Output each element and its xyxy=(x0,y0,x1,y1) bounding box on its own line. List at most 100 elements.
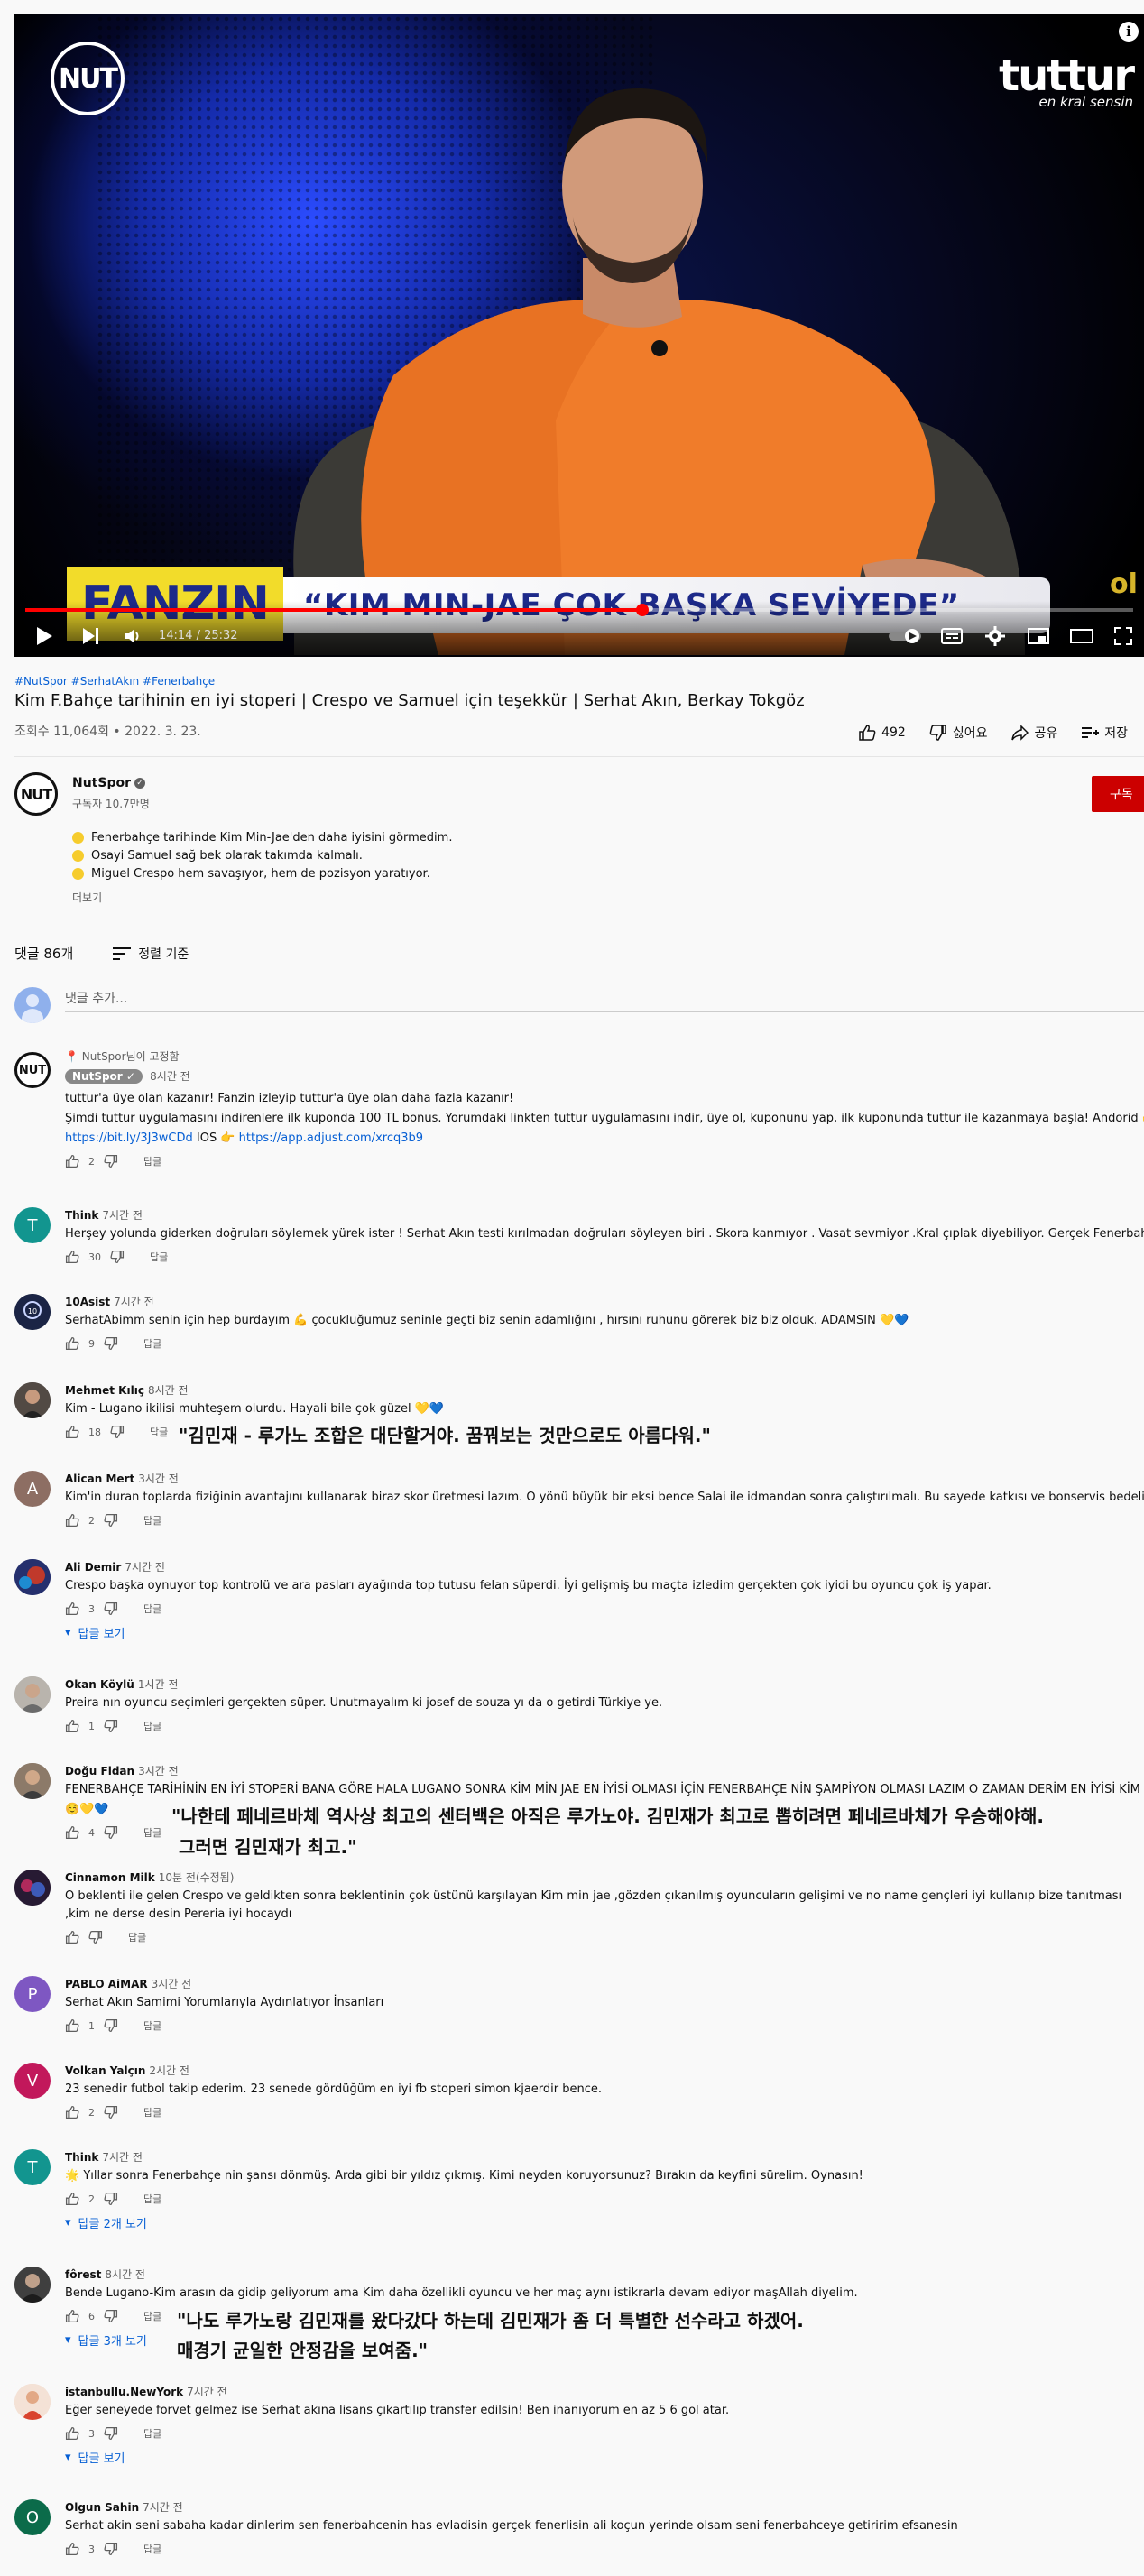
like-button[interactable]: 492 xyxy=(858,724,906,742)
comment-time[interactable]: 2시간 전 xyxy=(149,2064,189,2077)
thumbs-up-icon[interactable] xyxy=(65,2426,79,2441)
thumbs-up-icon[interactable] xyxy=(65,1250,79,1264)
thumbs-down-icon[interactable] xyxy=(104,2018,118,2033)
reply-button[interactable]: 답글 xyxy=(143,2018,161,2033)
subscribe-button[interactable]: 구독 xyxy=(1092,776,1144,812)
captions-icon[interactable] xyxy=(938,623,965,650)
channel-name[interactable]: NutSpor xyxy=(72,776,131,790)
comment-time[interactable]: 8시간 전 xyxy=(105,2268,145,2281)
comment-avatar[interactable]: 10 xyxy=(14,1294,51,1330)
thumbs-up-icon[interactable] xyxy=(65,2542,79,2556)
comment-author-badge[interactable]: NutSpor ✓ xyxy=(65,1069,143,1084)
thumbs-down-icon[interactable] xyxy=(104,2192,118,2206)
comment-avatar[interactable] xyxy=(14,1676,51,1713)
comment-avatar[interactable] xyxy=(14,1763,51,1799)
reply-button[interactable]: 답글 xyxy=(143,2426,161,2441)
save-button[interactable]: 저장 xyxy=(1081,724,1128,742)
thumbs-up-icon[interactable] xyxy=(65,1930,79,1944)
thumbs-up-icon[interactable] xyxy=(65,1336,79,1351)
thumbs-down-icon[interactable] xyxy=(104,2105,118,2119)
add-comment-input[interactable]: 댓글 추가... xyxy=(65,987,1144,1012)
thumbs-down-icon[interactable] xyxy=(104,1825,118,1840)
video-player[interactable]: NUT i tuttur en kral sensin FANZIN “KIM … xyxy=(14,14,1144,657)
share-button[interactable]: 공유 xyxy=(1010,724,1057,742)
thumbs-up-icon[interactable] xyxy=(65,2018,79,2033)
comment-author[interactable]: Ali Demir xyxy=(65,1561,121,1574)
info-icon[interactable]: i xyxy=(1119,22,1139,42)
reply-button[interactable]: 답글 xyxy=(143,1602,161,1616)
thumbs-up-icon[interactable] xyxy=(65,1513,79,1528)
show-more-button[interactable]: 더보기 xyxy=(72,890,102,905)
channel-name-row[interactable]: NutSpor ✓ xyxy=(72,776,146,790)
comment-author[interactable]: Okan Köylü xyxy=(65,1678,134,1691)
next-icon[interactable] xyxy=(78,623,105,650)
comment-author[interactable]: Olgun Sahin xyxy=(65,2501,139,2514)
autoplay-toggle[interactable] xyxy=(888,623,924,650)
reply-button[interactable]: 답글 xyxy=(143,2105,161,2119)
comment-author[interactable]: Cinnamon Milk xyxy=(65,1871,155,1884)
thumbs-up-icon[interactable] xyxy=(65,2192,79,2206)
thumbs-up-icon[interactable] xyxy=(65,1154,79,1168)
thumbs-up-icon[interactable] xyxy=(65,1602,79,1616)
thumbs-up-icon[interactable] xyxy=(65,2105,79,2119)
comment-author[interactable]: PABLO AiMAR xyxy=(65,1978,148,1990)
reply-button[interactable]: 답글 xyxy=(143,1719,161,1733)
reply-button[interactable]: 답글 xyxy=(143,2542,161,2556)
thumbs-down-icon[interactable] xyxy=(110,1250,125,1264)
thumbs-down-icon[interactable] xyxy=(110,1425,125,1439)
thumbs-up-icon[interactable] xyxy=(65,1719,79,1733)
thumbs-up-icon[interactable] xyxy=(65,2309,79,2323)
miniplayer-icon[interactable] xyxy=(1025,623,1052,650)
thumbs-down-icon[interactable] xyxy=(104,2426,118,2441)
comment-avatar[interactable] xyxy=(14,2267,51,2303)
progress-scrubber[interactable] xyxy=(635,604,649,616)
comment-avatar[interactable]: T xyxy=(14,2149,51,2185)
comment-time[interactable]: 1시간 전 xyxy=(138,1678,179,1691)
reply-button[interactable]: 답글 xyxy=(143,1154,161,1168)
comment-avatar[interactable] xyxy=(14,2384,51,2420)
reply-button[interactable]: 답글 xyxy=(150,1250,168,1264)
comment-author[interactable]: Mehmet Kılıç xyxy=(65,1384,144,1397)
comment-time[interactable]: 7시간 전 xyxy=(143,2501,183,2514)
reply-button[interactable]: 답글 xyxy=(150,1425,168,1439)
comment-time[interactable]: 8시간 전 xyxy=(150,1070,190,1083)
theater-mode-icon[interactable] xyxy=(1068,623,1095,650)
video-hashtags[interactable]: #NutSpor #SerhatAkın #Fenerbahçe xyxy=(14,675,215,688)
comment-time[interactable]: 10분 전(수정됨) xyxy=(159,1871,235,1884)
comment-time[interactable]: 7시간 전 xyxy=(114,1296,154,1308)
view-replies-button[interactable]: ▾ 답글 2개 보기 xyxy=(65,2212,1144,2232)
channel-avatar[interactable]: NUT xyxy=(14,772,58,816)
volume-icon[interactable] xyxy=(119,623,146,650)
view-replies-button[interactable]: ▾ 답글 보기 xyxy=(65,2447,1144,2467)
comment-author[interactable]: Volkan Yalçın xyxy=(65,2064,145,2077)
comment-time[interactable]: 3시간 전 xyxy=(138,1765,179,1777)
reply-button[interactable]: 답글 xyxy=(128,1930,146,1944)
comment-avatar[interactable] xyxy=(14,1559,51,1595)
comment-avatar[interactable] xyxy=(14,1870,51,1906)
thumbs-down-icon[interactable] xyxy=(104,2542,118,2556)
fullscreen-icon[interactable] xyxy=(1110,623,1137,650)
reply-button[interactable]: 답글 xyxy=(143,2192,161,2206)
comment-avatar[interactable]: T xyxy=(14,1207,51,1243)
reply-button[interactable]: 답글 xyxy=(143,1825,161,1840)
thumbs-down-icon[interactable] xyxy=(104,1336,118,1351)
comment-author[interactable]: Doğu Fidan xyxy=(65,1765,134,1777)
view-replies-button[interactable]: ▾ 답글 보기 xyxy=(65,1622,1144,1642)
thumbs-up-icon[interactable] xyxy=(65,1825,79,1840)
thumbs-down-icon[interactable] xyxy=(104,2309,118,2323)
thumbs-down-icon[interactable] xyxy=(88,1930,103,1944)
comment-avatar[interactable] xyxy=(14,1382,51,1418)
comment-avatar[interactable]: A xyxy=(14,1471,51,1507)
thumbs-up-icon[interactable] xyxy=(65,1425,79,1439)
reply-button[interactable]: 답글 xyxy=(143,2309,161,2323)
thumbs-down-icon[interactable] xyxy=(104,1602,118,1616)
comment-time[interactable]: 7시간 전 xyxy=(187,2386,227,2398)
progress-bar[interactable] xyxy=(25,604,1133,616)
comment-avatar[interactable]: P xyxy=(14,1976,51,2012)
ios-link[interactable]: https://app.adjust.com/xrcq3b9 xyxy=(239,1131,423,1145)
comment-time[interactable]: 7시간 전 xyxy=(102,2151,143,2164)
comment-avatar[interactable]: V xyxy=(14,2063,51,2099)
thumbs-down-icon[interactable] xyxy=(104,1154,118,1168)
comment-author[interactable]: Alican Mert xyxy=(65,1473,134,1485)
comment-author[interactable]: 10Asist xyxy=(65,1296,110,1308)
